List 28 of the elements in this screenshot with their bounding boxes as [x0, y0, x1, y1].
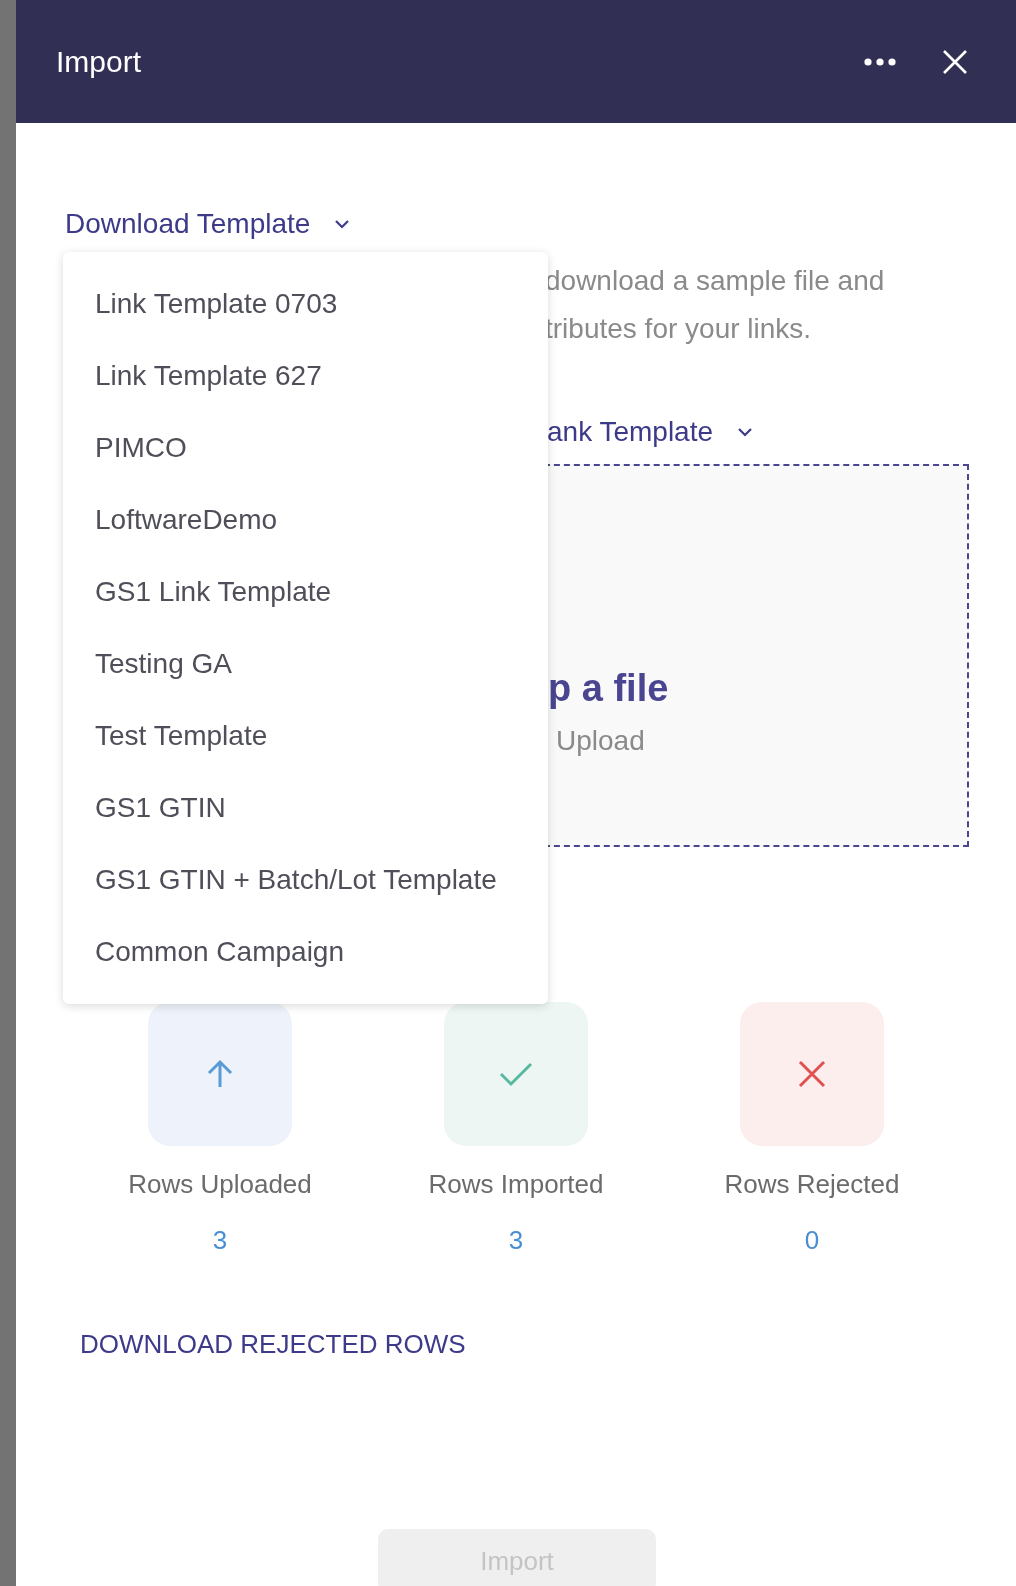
- menu-item[interactable]: Link Template 0703: [63, 268, 548, 340]
- chevron-down-icon: [737, 427, 754, 437]
- menu-item[interactable]: Link Template 627: [63, 340, 548, 412]
- description-text: tributes for your links.: [545, 312, 813, 346]
- description-text: download a sample file and: [545, 264, 886, 298]
- stat-label: Rows Imported: [428, 1168, 604, 1201]
- stat-label: Rows Uploaded: [128, 1168, 312, 1201]
- template-select[interactable]: ank Template: [547, 415, 754, 449]
- menu-item[interactable]: Testing GA: [63, 628, 548, 700]
- menu-item[interactable]: Test Template: [63, 700, 548, 772]
- stat-value: 3: [212, 1224, 228, 1257]
- x-icon: [797, 1059, 827, 1089]
- stat-value: 3: [508, 1224, 524, 1257]
- stat-value: 0: [804, 1224, 820, 1257]
- download-rejected-link[interactable]: DOWNLOAD REJECTED ROWS: [80, 1327, 466, 1361]
- download-template-link[interactable]: Download Template: [65, 207, 351, 241]
- menu-item[interactable]: GS1 Link Template: [63, 556, 548, 628]
- menu-item[interactable]: LoftwareDemo: [63, 484, 548, 556]
- dropzone-title: p a file: [548, 666, 669, 710]
- menu-item[interactable]: GS1 GTIN + Batch/Lot Template: [63, 844, 548, 916]
- menu-item[interactable]: PIMCO: [63, 412, 548, 484]
- window-title: Import: [56, 44, 143, 79]
- stat-label: Rows Rejected: [724, 1168, 900, 1201]
- dropzone-subtitle: Upload: [556, 724, 645, 758]
- chevron-down-icon: [334, 219, 351, 229]
- menu-item[interactable]: GS1 GTIN: [63, 772, 548, 844]
- menu-item[interactable]: Common Campaign: [63, 916, 548, 988]
- check-icon: [498, 1060, 534, 1088]
